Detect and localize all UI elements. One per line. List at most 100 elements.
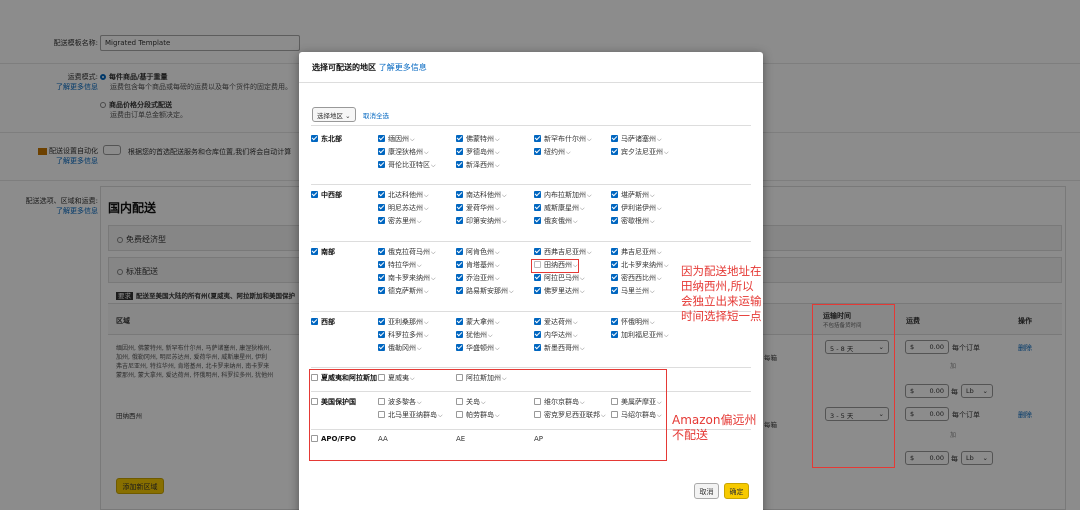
chevron-down-icon[interactable]: ⌵ (657, 275, 662, 282)
state-checkbox-item[interactable]: 内华达州⌵ (534, 330, 578, 340)
checkbox-icon[interactable] (378, 147, 385, 155)
checkbox-icon[interactable] (311, 134, 318, 142)
checkbox-icon[interactable] (456, 147, 463, 155)
chevron-down-icon[interactable]: ⌵ (664, 149, 669, 156)
checkbox-icon[interactable] (378, 160, 385, 168)
checkbox-icon[interactable] (378, 330, 385, 338)
chevron-down-icon[interactable]: ⌵ (495, 249, 500, 256)
state-checkbox-item[interactable]: 马里兰州⌵ (611, 286, 655, 296)
state-checkbox-item[interactable]: 亚利桑那州⌵ (378, 317, 429, 327)
checkbox-icon[interactable] (456, 317, 463, 325)
checkbox-icon[interactable] (611, 203, 618, 211)
chevron-down-icon[interactable]: ⌵ (580, 205, 585, 212)
chevron-down-icon[interactable]: ⌵ (650, 192, 655, 199)
state-checkbox-item[interactable]: 纽约州⌵ (534, 147, 571, 157)
checkbox-icon[interactable] (611, 190, 618, 198)
state-checkbox-item[interactable]: 阿肯色州⌵ (456, 247, 500, 257)
state-checkbox-item[interactable]: 加利福尼亚州⌵ (611, 330, 669, 340)
checkbox-icon[interactable] (456, 343, 463, 351)
checkbox-icon[interactable] (534, 317, 541, 325)
checkbox-icon[interactable] (378, 273, 385, 281)
chevron-down-icon[interactable]: ⌵ (650, 218, 655, 225)
modal-learn-more-link[interactable]: 了解更多信息 (379, 63, 427, 72)
state-checkbox-item[interactable]: 肯塔基州⌵ (456, 260, 500, 270)
state-checkbox-item[interactable]: 华盛顿州⌵ (456, 343, 500, 353)
checkbox-icon[interactable] (311, 190, 318, 198)
state-checkbox-item[interactable]: 明尼苏达州⌵ (378, 203, 429, 213)
chevron-down-icon[interactable]: ⌵ (657, 136, 662, 143)
select-region-dropdown[interactable]: 选择地区 ⌄ (312, 107, 356, 122)
state-checkbox-item[interactable]: 威斯康星州⌵ (534, 203, 585, 213)
chevron-down-icon[interactable]: ⌵ (509, 288, 514, 295)
region-group-3[interactable]: 西部 (311, 317, 335, 327)
checkbox-icon[interactable] (311, 247, 318, 255)
chevron-down-icon[interactable]: ⌵ (580, 288, 585, 295)
state-checkbox-item[interactable]: 德克萨斯州⌵ (378, 286, 429, 296)
chevron-down-icon[interactable]: ⌵ (424, 288, 429, 295)
checkbox-icon[interactable] (456, 190, 463, 198)
checkbox-icon[interactable] (611, 330, 618, 338)
state-checkbox-item[interactable]: 俄亥俄州⌵ (534, 216, 578, 226)
chevron-down-icon[interactable]: ⌵ (424, 319, 429, 326)
checkbox-icon[interactable] (378, 134, 385, 142)
checkbox-icon[interactable] (534, 286, 541, 294)
state-checkbox-item[interactable]: 路易斯安那州⌵ (456, 286, 514, 296)
region-group-1[interactable]: 中西部 (311, 190, 342, 200)
chevron-down-icon[interactable]: ⌵ (431, 275, 436, 282)
checkbox-icon[interactable] (378, 317, 385, 325)
checkbox-icon[interactable] (456, 134, 463, 142)
checkbox-icon[interactable] (611, 147, 618, 155)
state-checkbox-item[interactable]: 西弗吉尼亚州⌵ (534, 247, 592, 257)
state-checkbox-item[interactable]: 密苏里州⌵ (378, 216, 422, 226)
checkbox-icon[interactable] (534, 343, 541, 351)
state-checkbox-item[interactable]: 康涅狄格州⌵ (378, 147, 429, 157)
checkbox-icon[interactable] (456, 203, 463, 211)
chevron-down-icon[interactable]: ⌵ (650, 288, 655, 295)
state-checkbox-item[interactable]: 科罗拉多州⌵ (378, 330, 429, 340)
chevron-down-icon[interactable]: ⌵ (664, 332, 669, 339)
checkbox-icon[interactable] (611, 247, 618, 255)
chevron-down-icon[interactable]: ⌵ (495, 136, 500, 143)
chevron-down-icon[interactable]: ⌵ (424, 149, 429, 156)
chevron-down-icon[interactable]: ⌵ (573, 218, 578, 225)
checkbox-icon[interactable] (534, 247, 541, 255)
chevron-down-icon[interactable]: ⌵ (410, 136, 415, 143)
chevron-down-icon[interactable]: ⌵ (424, 205, 429, 212)
chevron-down-icon[interactable]: ⌵ (495, 149, 500, 156)
checkbox-icon[interactable] (456, 330, 463, 338)
state-checkbox-item[interactable]: 弗吉尼亚州⌵ (611, 247, 662, 257)
checkbox-icon[interactable] (378, 190, 385, 198)
chevron-down-icon[interactable]: ⌵ (424, 192, 429, 199)
checkbox-icon[interactable] (611, 317, 618, 325)
state-checkbox-item[interactable]: 新泽西州⌵ (456, 160, 500, 170)
chevron-down-icon[interactable]: ⌵ (587, 249, 592, 256)
chevron-down-icon[interactable]: ⌵ (580, 345, 585, 352)
chevron-down-icon[interactable]: ⌵ (587, 192, 592, 199)
state-checkbox-item[interactable]: 密西西比州⌵ (611, 273, 662, 283)
state-checkbox-item[interactable]: 印第安纳州⌵ (456, 216, 507, 226)
state-checkbox-item[interactable]: 宾夕法尼亚州⌵ (611, 147, 669, 157)
state-checkbox-item[interactable]: 佛蒙特州⌵ (456, 134, 500, 144)
region-group-0[interactable]: 东北部 (311, 134, 342, 144)
state-checkbox-item[interactable]: 阿拉巴马州⌵ (534, 273, 585, 283)
checkbox-icon[interactable] (378, 286, 385, 294)
chevron-down-icon[interactable]: ⌵ (502, 218, 507, 225)
state-checkbox-item[interactable]: 爱荷华州⌵ (456, 203, 500, 213)
checkbox-icon[interactable] (456, 247, 463, 255)
checkbox-icon[interactable] (456, 286, 463, 294)
chevron-down-icon[interactable]: ⌵ (587, 136, 592, 143)
chevron-down-icon[interactable]: ⌵ (573, 332, 578, 339)
checkbox-icon[interactable] (456, 160, 463, 168)
chevron-down-icon[interactable]: ⌵ (657, 249, 662, 256)
checkbox-icon[interactable] (534, 216, 541, 224)
chevron-down-icon[interactable]: ⌵ (417, 345, 422, 352)
chevron-down-icon[interactable]: ⌵ (495, 262, 500, 269)
state-checkbox-item[interactable]: 马萨诸塞州⌵ (611, 134, 662, 144)
state-checkbox-item[interactable]: 新墨西哥州⌵ (534, 343, 585, 353)
checkbox-icon[interactable] (611, 286, 618, 294)
state-checkbox-item[interactable]: 北卡罗来纳州⌵ (611, 260, 669, 270)
chevron-down-icon[interactable]: ⌵ (495, 275, 500, 282)
chevron-down-icon[interactable]: ⌵ (650, 319, 655, 326)
clear-all-link[interactable]: 取消全选 (363, 110, 389, 120)
checkbox-icon[interactable] (378, 203, 385, 211)
